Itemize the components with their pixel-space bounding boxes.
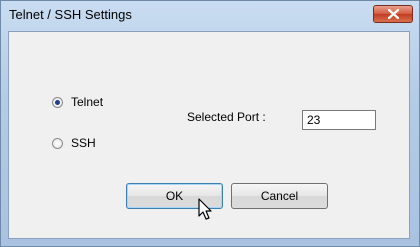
settings-dialog: Telnet / SSH Settings Telnet SSH Selecte… xyxy=(0,0,420,247)
ssh-option[interactable]: SSH xyxy=(52,136,96,150)
telnet-label: Telnet xyxy=(71,95,104,109)
close-button[interactable] xyxy=(373,5,413,23)
ssh-radio[interactable] xyxy=(52,137,63,149)
radio-selected-dot xyxy=(55,99,60,105)
selected-port-label: Selected Port : xyxy=(187,110,266,124)
telnet-option[interactable]: Telnet xyxy=(52,95,103,109)
mouse-pointer-icon xyxy=(198,198,212,220)
port-input[interactable] xyxy=(302,110,376,130)
cancel-button[interactable]: Cancel xyxy=(231,183,328,209)
title-bar[interactable]: Telnet / SSH Settings xyxy=(1,1,419,27)
window-title: Telnet / SSH Settings xyxy=(9,7,132,22)
ssh-label: SSH xyxy=(71,136,96,150)
telnet-radio[interactable] xyxy=(52,96,63,108)
dialog-body: Telnet SSH Selected Port : OK Cancel xyxy=(8,31,410,239)
close-icon xyxy=(388,9,399,19)
